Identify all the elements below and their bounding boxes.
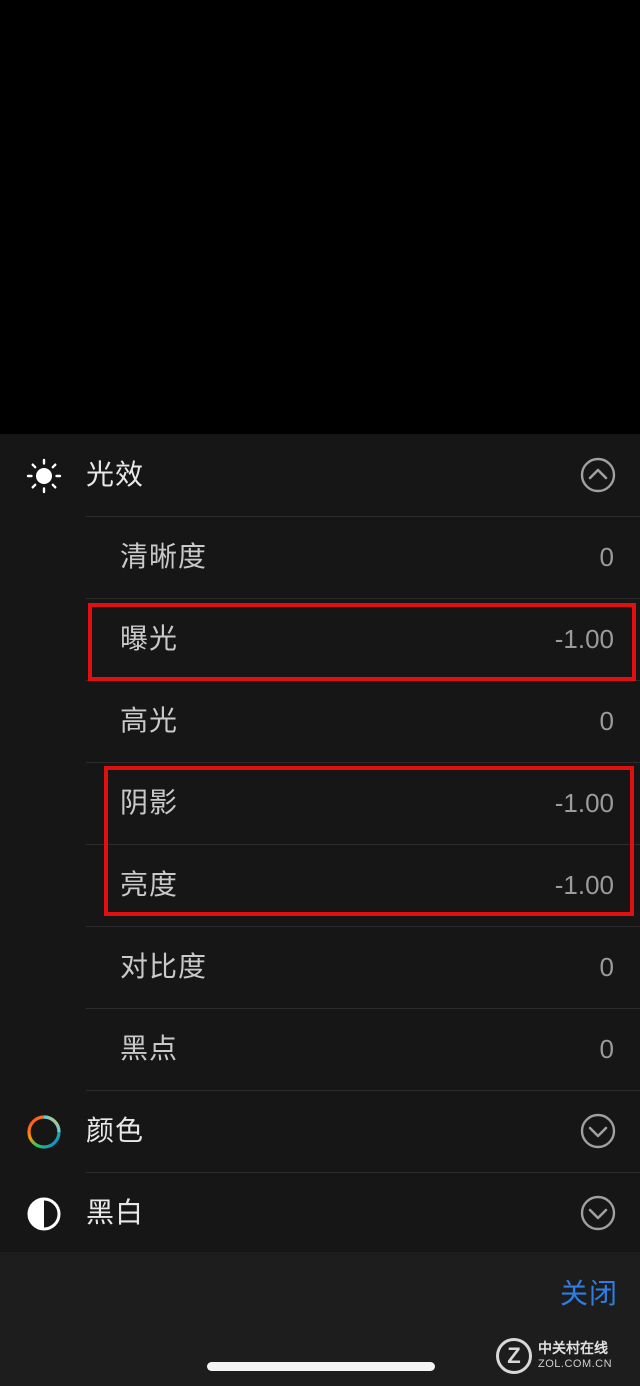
lighting-row-definition[interactable]: 清晰度 0 bbox=[86, 516, 640, 598]
row-label: 黑点 bbox=[120, 1032, 179, 1065]
half-circle-icon bbox=[27, 1197, 61, 1231]
adjustments-panel: 光效 清晰度 0 曝光 -1.00 高光 0 阴影 -1.00 亮度 -1.00… bbox=[0, 434, 640, 1252]
lighting-row-contrast[interactable]: 对比度 0 bbox=[86, 926, 640, 1008]
row-value: -1.00 bbox=[554, 624, 614, 654]
row-value: 0 bbox=[599, 1034, 614, 1064]
section-black-white-title: 黑白 bbox=[86, 1196, 145, 1229]
section-lighting-title: 光效 bbox=[86, 458, 145, 491]
row-value: 0 bbox=[599, 952, 614, 982]
row-value: 0 bbox=[599, 706, 614, 736]
watermark-logo: Z bbox=[496, 1338, 532, 1374]
lighting-row-exposure[interactable]: 曝光 -1.00 bbox=[86, 598, 640, 680]
photo-preview bbox=[0, 0, 640, 434]
lighting-row-brightness[interactable]: 亮度 -1.00 bbox=[86, 844, 640, 926]
close-button[interactable]: 关闭 bbox=[560, 1272, 618, 1312]
lighting-row-black-point[interactable]: 黑点 0 bbox=[86, 1008, 640, 1090]
chevron-down-icon[interactable] bbox=[580, 1113, 616, 1149]
lighting-row-highlights[interactable]: 高光 0 bbox=[86, 680, 640, 762]
section-color-title: 颜色 bbox=[86, 1114, 145, 1147]
sun-icon bbox=[26, 458, 62, 494]
row-value: -1.00 bbox=[554, 788, 614, 818]
row-value: 0 bbox=[599, 542, 614, 572]
chevron-up-icon[interactable] bbox=[580, 457, 616, 493]
home-indicator bbox=[207, 1362, 435, 1371]
bottom-toolbar: 关闭 Z 中关村在线 ZOL.COM.CN bbox=[0, 1252, 640, 1386]
row-label: 高光 bbox=[120, 704, 179, 737]
row-label: 亮度 bbox=[120, 868, 179, 901]
section-lighting-header[interactable]: 光效 bbox=[0, 434, 640, 516]
row-label: 阴影 bbox=[120, 786, 179, 819]
row-label: 清晰度 bbox=[120, 540, 208, 573]
watermark-cn-text: 中关村在线 bbox=[538, 1341, 608, 1357]
row-label: 对比度 bbox=[120, 950, 208, 983]
watermark-en-text: ZOL.COM.CN bbox=[538, 1358, 613, 1370]
row-value: -1.00 bbox=[554, 870, 614, 900]
watermark: Z 中关村在线 ZOL.COM.CN bbox=[496, 1336, 622, 1380]
chevron-down-icon[interactable] bbox=[580, 1195, 616, 1231]
row-label: 曝光 bbox=[120, 622, 179, 655]
lighting-row-shadows[interactable]: 阴影 -1.00 bbox=[86, 762, 640, 844]
section-black-white-header[interactable]: 黑白 bbox=[0, 1172, 640, 1254]
section-color-header[interactable]: 颜色 bbox=[0, 1090, 640, 1172]
color-wheel-icon bbox=[27, 1115, 61, 1149]
